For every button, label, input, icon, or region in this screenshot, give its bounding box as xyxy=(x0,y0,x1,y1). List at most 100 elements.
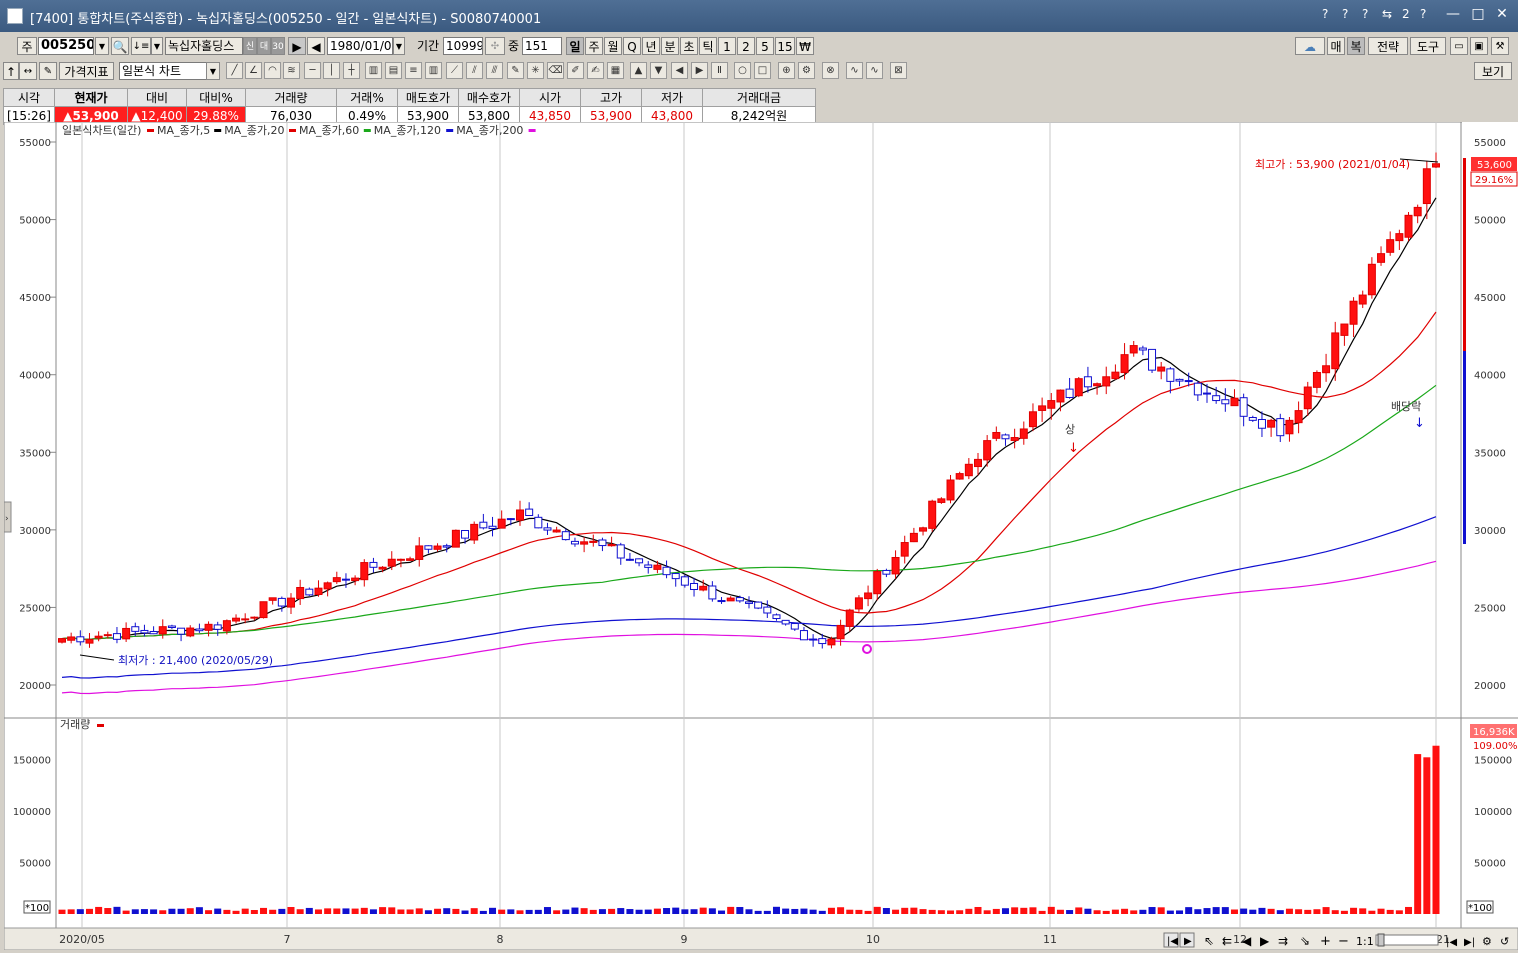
hline-tool-icon[interactable]: ─ xyxy=(304,62,321,79)
reset-icon[interactable]: ↺ xyxy=(1500,935,1509,948)
magnet-tool-icon[interactable]: ⊗ xyxy=(822,62,839,79)
trade-button[interactable]: 매 xyxy=(1327,37,1345,55)
close-button[interactable]: ✕ xyxy=(1492,6,1512,22)
price-indicator-button[interactable]: 가격지표 xyxy=(59,62,114,80)
rect-tool-icon[interactable]: □ xyxy=(754,62,771,79)
parallel-tool-icon[interactable]: ⫻ xyxy=(486,62,503,79)
interval-5-button[interactable]: 5 xyxy=(756,37,774,55)
eraser-tool-icon[interactable]: ⌫ xyxy=(547,62,564,79)
cross-tool-icon[interactable]: ┼ xyxy=(343,62,360,79)
left-tool-icon[interactable]: ◀ xyxy=(671,62,688,79)
pencil-tool-icon[interactable]: ✎ xyxy=(507,62,524,79)
vline-tool-icon[interactable]: │ xyxy=(323,62,340,79)
period-minute-button[interactable]: 분 xyxy=(661,37,679,55)
right-tool-icon[interactable]: ▶ xyxy=(691,62,708,79)
strategy-button[interactable]: 전략 xyxy=(1368,37,1408,55)
period-second-button[interactable]: 초 xyxy=(680,37,698,55)
date-dropdown-icon[interactable]: ▼ xyxy=(393,37,405,55)
trend-tool-icon[interactable]: ⟋ xyxy=(446,62,463,79)
marker-tool-icon[interactable]: ✐ xyxy=(567,62,584,79)
interval-1-button[interactable]: 1 xyxy=(718,37,736,55)
channel-tool-icon[interactable]: ⫽ xyxy=(466,62,483,79)
cloud-icon[interactable]: ☁ xyxy=(1295,37,1325,55)
fast-forward-icon[interactable]: ⇉ xyxy=(1278,934,1288,948)
zoom-tool-icon[interactable]: ⊕ xyxy=(778,62,795,79)
compound-button[interactable]: 복 xyxy=(1347,37,1365,55)
up-tool-icon[interactable]: ▲ xyxy=(630,62,647,79)
text-tool-icon[interactable]: Ⅱ xyxy=(711,62,728,79)
chart-type-dropdown-icon[interactable]: ▼ xyxy=(206,62,220,80)
interval-15-button[interactable]: 15 xyxy=(775,37,795,55)
arc-tool-icon[interactable]: ◠ xyxy=(264,62,281,79)
interval-2-button[interactable]: 2 xyxy=(737,37,755,55)
forward-icon[interactable]: ▶ xyxy=(1260,934,1270,948)
sort-dropdown-icon[interactable]: ▼ xyxy=(151,37,163,55)
sort-icon[interactable]: ↓≡ xyxy=(131,37,151,55)
period-toggle-icon[interactable]: ✣ xyxy=(485,37,505,55)
stock-code-input[interactable]: 005250 xyxy=(38,37,94,55)
play-back-icon[interactable]: ◀ xyxy=(307,37,325,55)
open-folder-icon[interactable]: ▭ xyxy=(1450,37,1468,55)
chart-area[interactable]: › 55000 55000 50000 50000 45000 45000 40000 400… xyxy=(3,121,1518,951)
period-day-button[interactable]: 일 xyxy=(566,37,584,55)
count-input[interactable]: 151 xyxy=(522,37,562,55)
circle-tool-icon[interactable]: ○ xyxy=(734,62,751,79)
up-arrow-icon[interactable]: ↑ xyxy=(3,62,19,80)
search-icon[interactable]: 🔍 xyxy=(111,37,129,55)
period-year-button[interactable]: 년 xyxy=(642,37,660,55)
help-icon[interactable]: ? xyxy=(1342,7,1348,21)
period-tick-button[interactable]: 틱 xyxy=(699,37,717,55)
minimize-button[interactable]: — xyxy=(1443,6,1463,22)
last-page-icon[interactable]: ▶| xyxy=(1464,937,1475,948)
date-input[interactable]: 1980/01/04 xyxy=(327,37,393,55)
bar-tool-icon[interactable]: ▥ xyxy=(425,62,442,79)
wave-tool-icon[interactable]: ∿ xyxy=(846,62,863,79)
chart-type-select[interactable]: 일본식 차트 xyxy=(119,62,207,80)
zoom-slider-thumb[interactable] xyxy=(1377,933,1385,947)
note-tool-icon[interactable]: ✍ xyxy=(587,62,604,79)
down-tool-icon[interactable]: ▼ xyxy=(650,62,667,79)
cycle-tool-icon[interactable]: ∿ xyxy=(866,62,883,79)
zoom-slider[interactable] xyxy=(1375,934,1439,946)
zoom-out-icon[interactable]: − xyxy=(1338,934,1349,949)
angle-tool-icon[interactable]: ∠ xyxy=(245,62,262,79)
period-quarter-button[interactable]: Q xyxy=(623,37,641,55)
delete-tool-icon[interactable]: ⊠ xyxy=(890,62,907,79)
screen-icon[interactable]: ? xyxy=(1322,7,1328,21)
fibo-tool-icon[interactable]: ≡ xyxy=(405,62,422,79)
magic-tool-icon[interactable]: ✳ xyxy=(527,62,544,79)
zoom-ratio[interactable]: 1:1 xyxy=(1356,935,1374,948)
zoom-settings-icon[interactable]: ⚙ xyxy=(798,62,815,79)
back-icon[interactable]: ◀ xyxy=(1242,934,1252,948)
menu-icon[interactable]: ? xyxy=(1420,7,1426,21)
image-tool-icon[interactable]: ▦ xyxy=(607,62,624,79)
view-button[interactable]: 보기 xyxy=(1474,62,1512,80)
maximize-button[interactable]: □ xyxy=(1468,6,1488,22)
first-page-icon[interactable]: |◀ xyxy=(1446,937,1457,948)
edit-icon[interactable]: ✎ xyxy=(39,62,57,80)
number-icon[interactable]: 2 xyxy=(1402,7,1410,21)
period-month-button[interactable]: 월 xyxy=(604,37,622,55)
play-forward-icon[interactable]: ▶ xyxy=(288,37,306,55)
table-tool-icon[interactable]: ▤ xyxy=(385,62,402,79)
fast-back-icon[interactable]: ⇇ xyxy=(1222,934,1232,948)
chart-canvas[interactable]: › 55000 55000 50000 50000 45000 45000 40000 400… xyxy=(3,121,1518,951)
save-icon[interactable]: ▣ xyxy=(1470,37,1488,55)
code-dropdown-icon[interactable]: ▼ xyxy=(95,37,109,55)
market-selector[interactable]: 주 xyxy=(17,37,37,55)
settings-gear-icon[interactable]: ⚙ xyxy=(1482,935,1492,948)
currency-button[interactable]: ₩ xyxy=(796,37,814,55)
swap-icon[interactable]: ⇆ xyxy=(1382,7,1392,21)
fan-tool-icon[interactable]: ≋ xyxy=(283,62,300,79)
wrench-icon[interactable]: ⚒ xyxy=(1491,37,1509,55)
period-week-button[interactable]: 주 xyxy=(585,37,603,55)
shrink-icon[interactable]: ⇖ xyxy=(1204,934,1214,948)
expand-horizontal-icon[interactable]: ↔ xyxy=(19,62,37,80)
period-input[interactable]: 10999 xyxy=(443,37,483,55)
expand-icon[interactable]: ⇘ xyxy=(1300,934,1310,948)
tools-button[interactable]: 도구 xyxy=(1410,37,1446,55)
zoom-in-icon[interactable]: + xyxy=(1320,934,1331,949)
grid-tool-icon[interactable]: ▥ xyxy=(365,62,382,79)
link-icon[interactable]: ? xyxy=(1362,7,1368,21)
line-tool-icon[interactable]: ╱ xyxy=(226,62,243,79)
